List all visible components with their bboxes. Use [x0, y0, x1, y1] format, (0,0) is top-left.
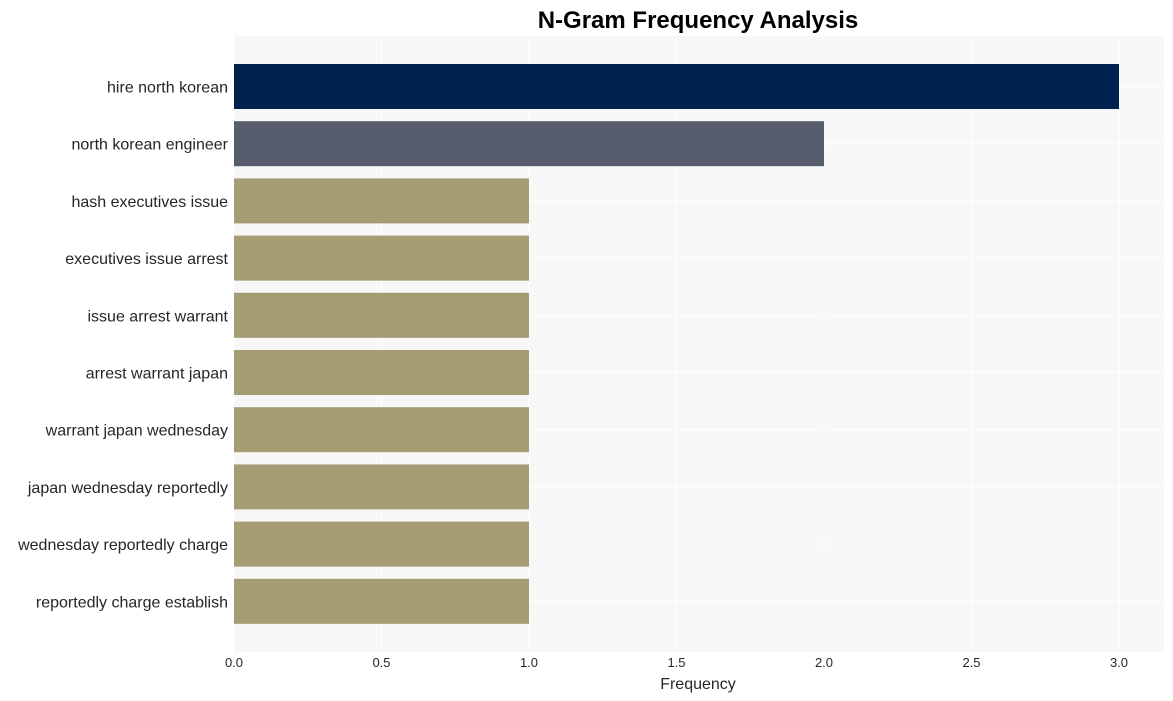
chart-title: N-Gram Frequency Analysis: [538, 7, 859, 34]
y-tick-label-5: arrest warrant japan: [86, 366, 228, 383]
bar-8: [234, 521, 529, 567]
x-tick-label-3: 1.5: [667, 655, 685, 670]
bar-7: [234, 464, 529, 510]
bar-0: [234, 64, 1119, 109]
bar-9: [234, 578, 529, 624]
y-tick-label-7: japan wednesday reportedly: [27, 480, 228, 497]
y-axis-labels: hire north korean north korean engineer ha…: [17, 80, 229, 612]
x-tick-label-2: 1.0: [520, 655, 538, 670]
y-tick-label-8: wednesday reportedly charge: [17, 537, 228, 554]
bar-1: [234, 121, 824, 167]
x-tick-label-6: 3.0: [1110, 655, 1128, 670]
y-tick-label-9: reportedly charge establish: [36, 594, 228, 611]
y-tick-label-2: hash executives issue: [71, 194, 228, 211]
x-tick-label-0: 0.0: [225, 655, 243, 670]
y-tick-label-3: executives issue arrest: [65, 251, 228, 268]
bar-6: [234, 407, 529, 453]
x-axis-label: Frequency: [660, 676, 736, 693]
y-tick-label-0: hire north korean: [107, 80, 228, 97]
x-tick-label-1: 0.5: [372, 655, 390, 670]
ngram-bar-chart: N-Gram Frequency Analysis hire north kor…: [17, 7, 1164, 693]
bar-3: [234, 235, 529, 281]
x-tick-label-5: 2.5: [962, 655, 980, 670]
bar-5: [234, 350, 529, 395]
x-tick-label-4: 2.0: [815, 655, 833, 670]
bar-2: [234, 178, 529, 224]
bar-4: [234, 292, 529, 338]
y-tick-label-1: north korean engineer: [71, 137, 228, 154]
y-tick-label-6: warrant japan wednesday: [45, 423, 228, 440]
y-tick-label-4: issue arrest warrant: [88, 308, 229, 325]
x-axis-ticks: 0.0 0.5 1.0 1.5 2.0 2.5 3.0: [225, 655, 1128, 670]
